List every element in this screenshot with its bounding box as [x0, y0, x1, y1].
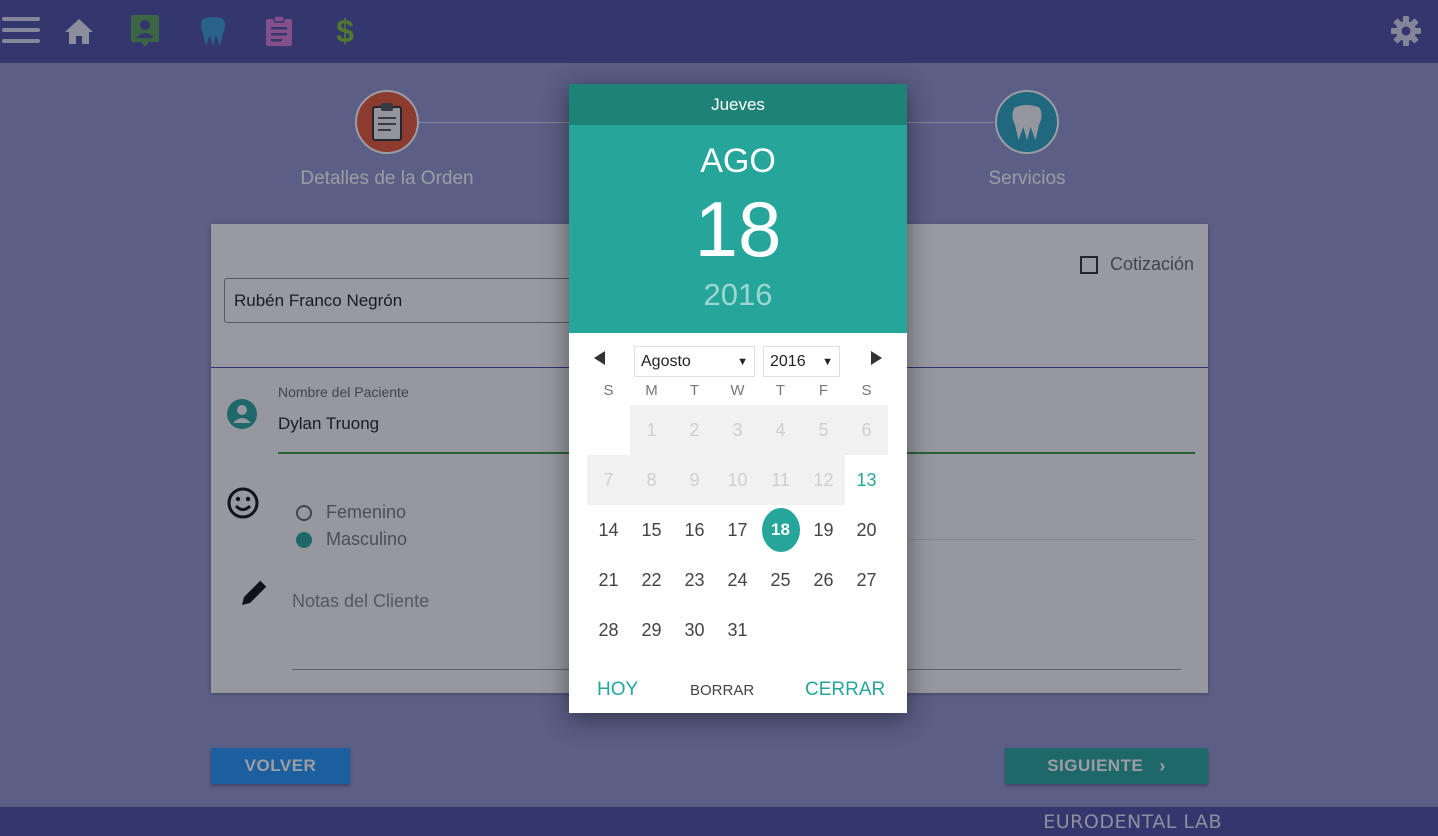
caret-down-icon: ▼ [822, 355, 833, 368]
weekday-header-row: S M T W T F S [587, 375, 888, 405]
month-select[interactable]: Agosto ▼ [634, 346, 755, 377]
datepicker-header: AGO 18 2016 [569, 125, 907, 333]
calendar-grid: S M T W T F S 1 2 3 4 5 6 7 8 9 10 11 12… [587, 375, 888, 655]
close-button[interactable]: CERRAR [805, 679, 885, 701]
calendar-week: 21 22 23 24 25 26 27 [587, 555, 888, 605]
calendar-day-empty [587, 405, 630, 455]
calendar-day-disabled: 11 [759, 455, 802, 505]
calendar-day[interactable]: 25 [759, 555, 802, 605]
calendar-day[interactable]: 28 [587, 605, 630, 655]
weekday-header: T [689, 381, 700, 399]
selected-weekday: Jueves [569, 84, 907, 125]
calendar-day[interactable]: 27 [845, 555, 888, 605]
selected-month: AGO [700, 142, 776, 180]
calendar-week: 14 15 16 17 18 19 20 [587, 505, 888, 555]
selected-year[interactable]: 2016 [569, 277, 907, 313]
calendar-day[interactable]: 31 [716, 605, 759, 655]
calendar-day[interactable]: 14 [587, 505, 630, 555]
weekday-header: F [818, 381, 829, 399]
calendar-day-disabled: 6 [845, 405, 888, 455]
calendar-day-today[interactable]: 13 [845, 455, 888, 505]
datepicker-actions: HOY BORRAR CERRAR [569, 669, 907, 709]
weekday-header: M [645, 381, 658, 399]
calendar-day-disabled: 7 [587, 455, 630, 505]
clear-button[interactable]: BORRAR [690, 682, 754, 699]
weekday-header: S [603, 381, 614, 399]
calendar-week: 1 2 3 4 5 6 [587, 405, 888, 455]
year-select[interactable]: 2016 ▼ [763, 346, 840, 377]
calendar-day-disabled: 12 [802, 455, 845, 505]
month-navigation: Agosto ▼ 2016 ▼ [569, 333, 907, 377]
calendar-day-disabled: 3 [716, 405, 759, 455]
next-month-icon[interactable] [871, 351, 882, 365]
calendar-day[interactable]: 29 [630, 605, 673, 655]
weekday-header: T [775, 381, 786, 399]
selected-day: 18 [694, 185, 782, 273]
calendar-week: 28 29 30 31 [587, 605, 888, 655]
calendar-day[interactable]: 16 [673, 505, 716, 555]
calendar-day[interactable]: 21 [587, 555, 630, 605]
weekday-header: W [730, 381, 745, 399]
calendar-day[interactable]: 17 [716, 505, 759, 555]
calendar-day-disabled: 5 [802, 405, 845, 455]
calendar-day[interactable]: 26 [802, 555, 845, 605]
calendar-day-disabled: 8 [630, 455, 673, 505]
calendar-day[interactable]: 19 [802, 505, 845, 555]
calendar-day[interactable]: 22 [630, 555, 673, 605]
calendar-day[interactable]: 15 [630, 505, 673, 555]
calendar-day-disabled: 4 [759, 405, 802, 455]
calendar-day-disabled: 9 [673, 455, 716, 505]
calendar-day-disabled: 2 [673, 405, 716, 455]
calendar-day-empty [845, 605, 888, 655]
weekday-header: S [861, 381, 872, 399]
month-select-value: Agosto [641, 352, 691, 370]
calendar-day-disabled: 10 [716, 455, 759, 505]
calendar-day[interactable]: 20 [845, 505, 888, 555]
calendar-day[interactable]: 23 [673, 555, 716, 605]
calendar-day-disabled: 1 [630, 405, 673, 455]
calendar-day-empty [759, 605, 802, 655]
calendar-day-selected[interactable]: 18 [759, 505, 802, 555]
datepicker-modal: Jueves AGO 18 2016 Agosto ▼ 2016 ▼ S M T… [569, 84, 907, 713]
calendar-day[interactable]: 24 [716, 555, 759, 605]
selected-day-marker: 18 [761, 508, 800, 552]
year-select-value: 2016 [770, 352, 806, 370]
today-button[interactable]: HOY [597, 679, 638, 701]
calendar-week: 7 8 9 10 11 12 13 [587, 455, 888, 505]
prev-month-icon[interactable] [594, 351, 605, 365]
calendar-day[interactable]: 30 [673, 605, 716, 655]
calendar-day-empty [802, 605, 845, 655]
caret-down-icon: ▼ [737, 355, 748, 368]
